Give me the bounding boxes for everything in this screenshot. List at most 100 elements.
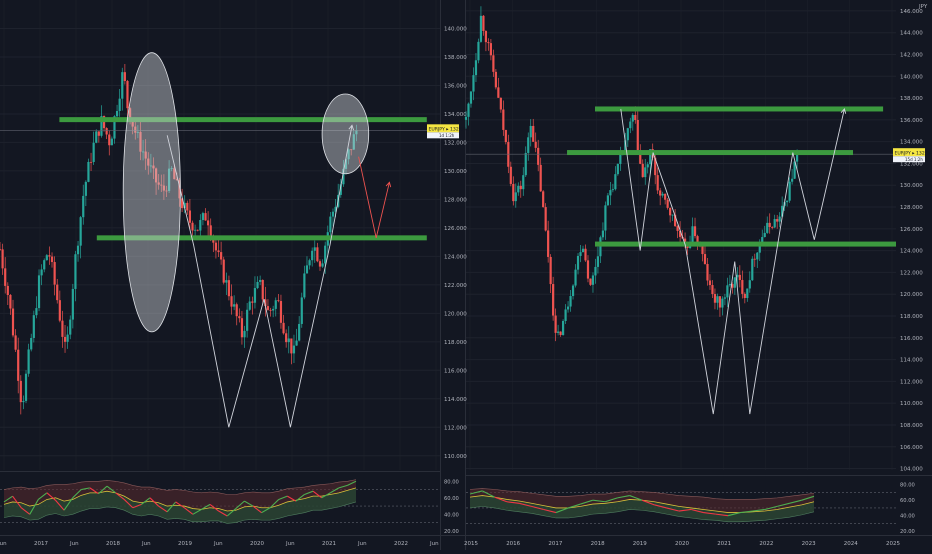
candle-body: [542, 191, 544, 207]
candle-body: [95, 131, 97, 142]
rsi-tick-label: 40.00: [900, 514, 915, 520]
candle-body: [293, 346, 295, 354]
candle-body: [316, 247, 318, 261]
candle-body: [56, 285, 58, 301]
candle-body: [701, 246, 703, 254]
candle-body: [627, 128, 629, 140]
candle-body: [587, 260, 589, 278]
candle-body: [691, 226, 693, 243]
candle-body: [492, 55, 494, 72]
candle-body: [238, 316, 240, 318]
candle-body: [126, 81, 128, 108]
candle-body: [512, 184, 514, 201]
candle-body: [290, 338, 292, 353]
x-tick-label: 2017: [548, 541, 562, 547]
candle-body: [577, 256, 579, 270]
candle-body: [637, 120, 639, 150]
candle-body: [582, 249, 584, 252]
candle-body: [116, 111, 118, 116]
candle-body: [241, 318, 243, 337]
candle-body: [766, 223, 768, 233]
candle-body: [515, 192, 517, 201]
candle-body: [80, 217, 82, 245]
candle-body: [51, 257, 53, 262]
candle-body: [93, 143, 95, 162]
candle-body: [121, 72, 123, 99]
price-badge-sub: 1d 1:2h: [439, 133, 455, 138]
candle-body: [7, 286, 9, 295]
candle-body: [579, 252, 581, 256]
candle-body: [43, 260, 45, 269]
x-tick-label: 2022: [759, 541, 773, 547]
y-tick-label: 140.000: [900, 74, 923, 80]
candle-body: [594, 267, 596, 276]
candle-body: [607, 195, 609, 205]
candle-body: [522, 175, 524, 189]
candle-body: [754, 259, 756, 260]
candle-body: [215, 243, 217, 251]
candle-body: [597, 256, 599, 267]
candle-body: [204, 213, 206, 220]
candle-body: [269, 310, 271, 311]
y-tick-label: 116.000: [900, 336, 923, 342]
candle-body: [510, 167, 512, 184]
candle-body: [275, 300, 277, 309]
candle-body: [46, 255, 48, 260]
candle-body: [659, 190, 661, 195]
candle-body: [236, 304, 238, 316]
x-tick-label: Jun: [357, 541, 367, 547]
candle-body: [35, 308, 37, 315]
candle-body: [677, 226, 679, 231]
candle-body: [306, 265, 308, 273]
candle-body: [2, 249, 4, 268]
x-tick-label: Jun: [213, 541, 223, 547]
chart-canvas[interactable]: Jun2017Jun2018Jun2019Jun2020Jun2021Jun20…: [0, 0, 932, 550]
rsi-tick-label: 40.00: [444, 512, 459, 518]
y-tick-label: 134.000: [444, 112, 467, 118]
candle-body: [517, 186, 519, 193]
y-tick-label: 120.000: [444, 311, 467, 317]
y-tick-label: 112.000: [900, 379, 923, 385]
candle-body: [251, 301, 253, 302]
y-tick-label: 122.000: [444, 283, 467, 289]
x-tick-label: 2018: [106, 541, 120, 547]
candle-body: [724, 297, 726, 298]
candle-body: [329, 217, 331, 233]
candle-body: [669, 208, 671, 215]
candle-body: [527, 137, 529, 153]
candle-body: [470, 92, 472, 104]
y-tick-label: 134.000: [900, 140, 923, 146]
candle-body: [54, 262, 56, 285]
x-tick-label: 2021: [322, 541, 336, 547]
candle-body: [243, 331, 245, 337]
candle-body: [67, 335, 69, 342]
candle-body: [662, 194, 664, 196]
candle-body: [560, 332, 562, 335]
candle-body: [285, 333, 287, 342]
x-tick-label: 2018: [591, 541, 605, 547]
candle-body: [614, 174, 616, 189]
y-tick-label: 116.000: [444, 368, 467, 374]
x-tick-label: Jun: [69, 541, 79, 547]
candle-body: [480, 16, 482, 42]
candle-body: [314, 247, 316, 250]
candle-body: [98, 131, 100, 135]
x-tick-label: 2019: [178, 541, 192, 547]
candle-body: [64, 337, 66, 342]
chart-stage: Jun2017Jun2018Jun2019Jun2020Jun2021Jun20…: [0, 0, 932, 550]
currency-label: JPY: [918, 4, 928, 10]
y-tick-label: 118.000: [444, 340, 467, 346]
candle-body: [485, 31, 487, 42]
candle-body: [321, 263, 323, 266]
candle-body: [741, 280, 743, 294]
price-badge-label: EURJPY ▸ 132.847: [429, 127, 470, 133]
candle-body: [223, 260, 225, 283]
candle-body: [487, 42, 489, 43]
candle-body: [644, 167, 646, 177]
candle-body: [9, 295, 11, 309]
candle-body: [744, 294, 746, 298]
candle-body: [124, 72, 126, 81]
candle-body: [61, 321, 63, 337]
candle-body: [254, 288, 256, 303]
x-tick-label: 2021: [717, 541, 731, 547]
